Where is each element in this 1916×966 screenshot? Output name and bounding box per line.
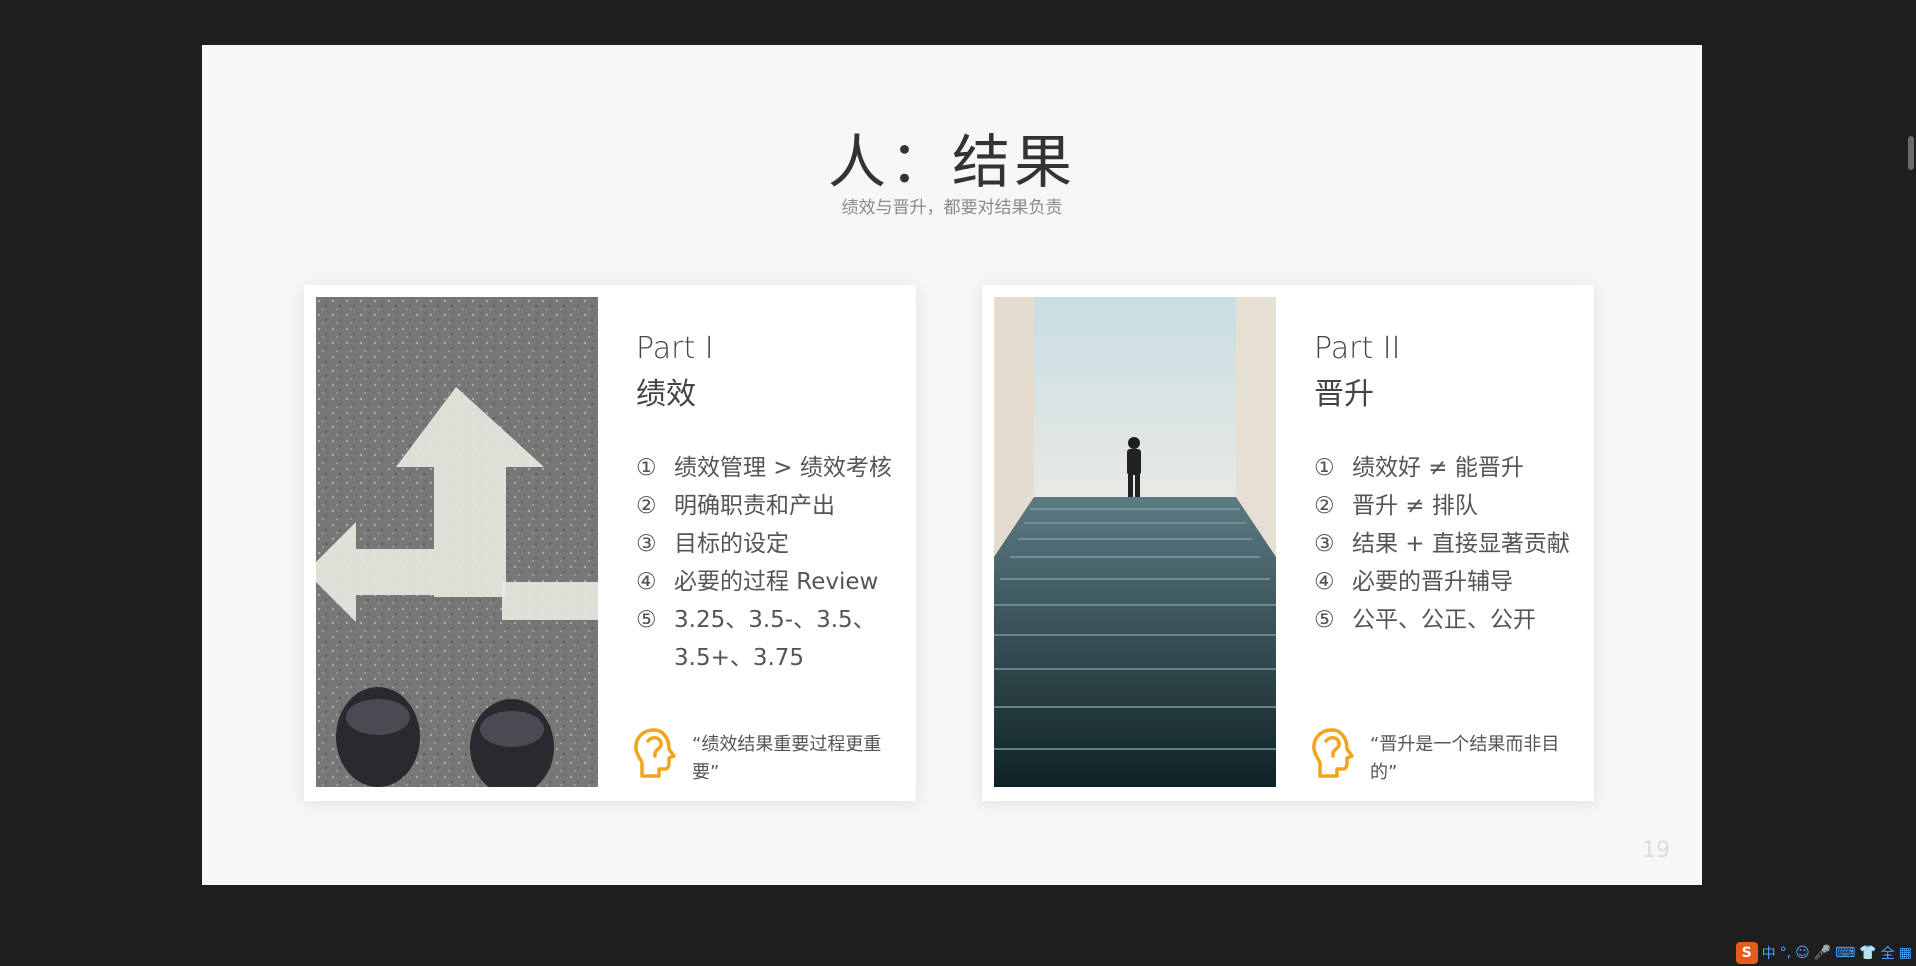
item-number: ① — [1314, 455, 1335, 481]
head-thinking-icon — [634, 728, 676, 778]
quote-text: “绩效结果重要过程更重要” — [692, 734, 882, 783]
item-number: ③ — [636, 531, 657, 557]
card-performance: Part I 绩效 ① 绩效管理 > 绩效考核 ② 明确职责和产出 ③ 目标的设定 ④… — [304, 285, 916, 801]
item-text: 结果 + 直接显著贡献 — [1352, 531, 1570, 557]
item-number: ③ — [1314, 531, 1335, 557]
item-text: 绩效好 ≠ 能晋升 — [1352, 455, 1524, 481]
item-number: ⑤ — [1314, 607, 1335, 633]
card-promotion: Part II 晋升 ① 绩效好 ≠ 能晋升 ② 晋升 ≠ 排队 ③ 结果 + 直接显… — [982, 285, 1594, 801]
list-item: ⑤ 3.25、3.5-、3.5、3.5+、3.75 — [636, 601, 906, 677]
point-list: ① 绩效管理 > 绩效考核 ② 明确职责和产出 ③ 目标的设定 ④ 必要的过程 Revi… — [636, 449, 906, 677]
card-text: Part II 晋升 ① 绩效好 ≠ 能晋升 ② 晋升 ≠ 排队 ③ 结果 + 直接显… — [1314, 327, 1584, 639]
item-text: 目标的设定 — [674, 531, 789, 557]
full-width-toggle[interactable]: 全 — [1881, 943, 1895, 963]
part-label: Part II — [1314, 331, 1401, 366]
page-number: 19 — [1642, 838, 1670, 863]
list-item: ② 明确职责和产出 — [636, 487, 906, 525]
keyboard-icon[interactable]: ⌨ — [1835, 945, 1855, 961]
scrollbar-thumb[interactable] — [1908, 136, 1914, 170]
ime-mode-toggle[interactable]: 中 — [1762, 943, 1776, 963]
list-item: ④ 必要的过程 Review — [636, 563, 906, 601]
slide-title: 人：结果 — [827, 128, 1076, 196]
part-title: 绩效 — [636, 377, 696, 412]
list-item: ③ 结果 + 直接显著贡献 — [1314, 525, 1584, 563]
head-thinking-icon — [1312, 728, 1354, 778]
item-text: 绩效管理 > 绩效考核 — [674, 455, 892, 481]
item-number: ④ — [1314, 569, 1335, 595]
item-text: 晋升 ≠ 排队 — [1352, 493, 1478, 519]
list-item: ④ 必要的晋升辅导 — [1314, 563, 1584, 601]
part-title: 晋升 — [1314, 377, 1374, 412]
item-text: 公平、公正、公开 — [1352, 607, 1536, 633]
quote-text: “晋升是一个结果而非目的” — [1370, 734, 1560, 783]
list-item: ① 绩效好 ≠ 能晋升 — [1314, 449, 1584, 487]
quote-block: “绩效结果重要过程更重要” — [632, 727, 902, 787]
item-number: ⑤ — [636, 607, 657, 633]
shirt-icon[interactable]: 👕 — [1859, 945, 1876, 961]
card-text: Part I 绩效 ① 绩效管理 > 绩效考核 ② 明确职责和产出 ③ 目标的设定 ④… — [636, 327, 906, 677]
point-list: ① 绩效好 ≠ 能晋升 ② 晋升 ≠ 排队 ③ 结果 + 直接显著贡献 ④ 必要的晋升辅… — [1314, 449, 1584, 639]
microphone-icon[interactable]: 🎤 — [1814, 945, 1831, 961]
emoji-icon[interactable]: ☺ — [1795, 945, 1810, 961]
ime-toolbar: S 中 °, ☺ 🎤 ⌨ 👕 全 ▦ — [1731, 940, 1916, 966]
sogou-logo-icon[interactable]: S — [1735, 942, 1758, 964]
slide: 人：结果 绩效与晋升，都要对结果负责 Part I 绩效 ① 绩效管理 > 绩效… — [202, 45, 1702, 885]
item-number: ② — [1314, 493, 1335, 519]
item-text: 3.25、3.5-、3.5、3.5+、3.75 — [674, 607, 876, 671]
arrows-road-photo — [316, 297, 598, 787]
grid-menu-icon[interactable]: ▦ — [1899, 945, 1912, 961]
list-item: ② 晋升 ≠ 排队 — [1314, 487, 1584, 525]
item-number: ④ — [636, 569, 657, 595]
list-item: ③ 目标的设定 — [636, 525, 906, 563]
item-text: 必要的过程 Review — [674, 569, 879, 595]
slide-subtitle: 绩效与晋升，都要对结果负责 — [841, 198, 1063, 218]
part-label: Part I — [636, 331, 714, 366]
list-item: ⑤ 公平、公正、公开 — [1314, 601, 1584, 639]
item-text: 明确职责和产出 — [674, 493, 835, 519]
quote-block: “晋升是一个结果而非目的” — [1310, 727, 1580, 787]
item-number: ① — [636, 455, 657, 481]
item-text: 必要的晋升辅导 — [1352, 569, 1513, 595]
item-number: ② — [636, 493, 657, 519]
punctuation-toggle[interactable]: °, — [1780, 945, 1791, 961]
stairs-photo — [994, 297, 1276, 787]
list-item: ① 绩效管理 > 绩效考核 — [636, 449, 906, 487]
